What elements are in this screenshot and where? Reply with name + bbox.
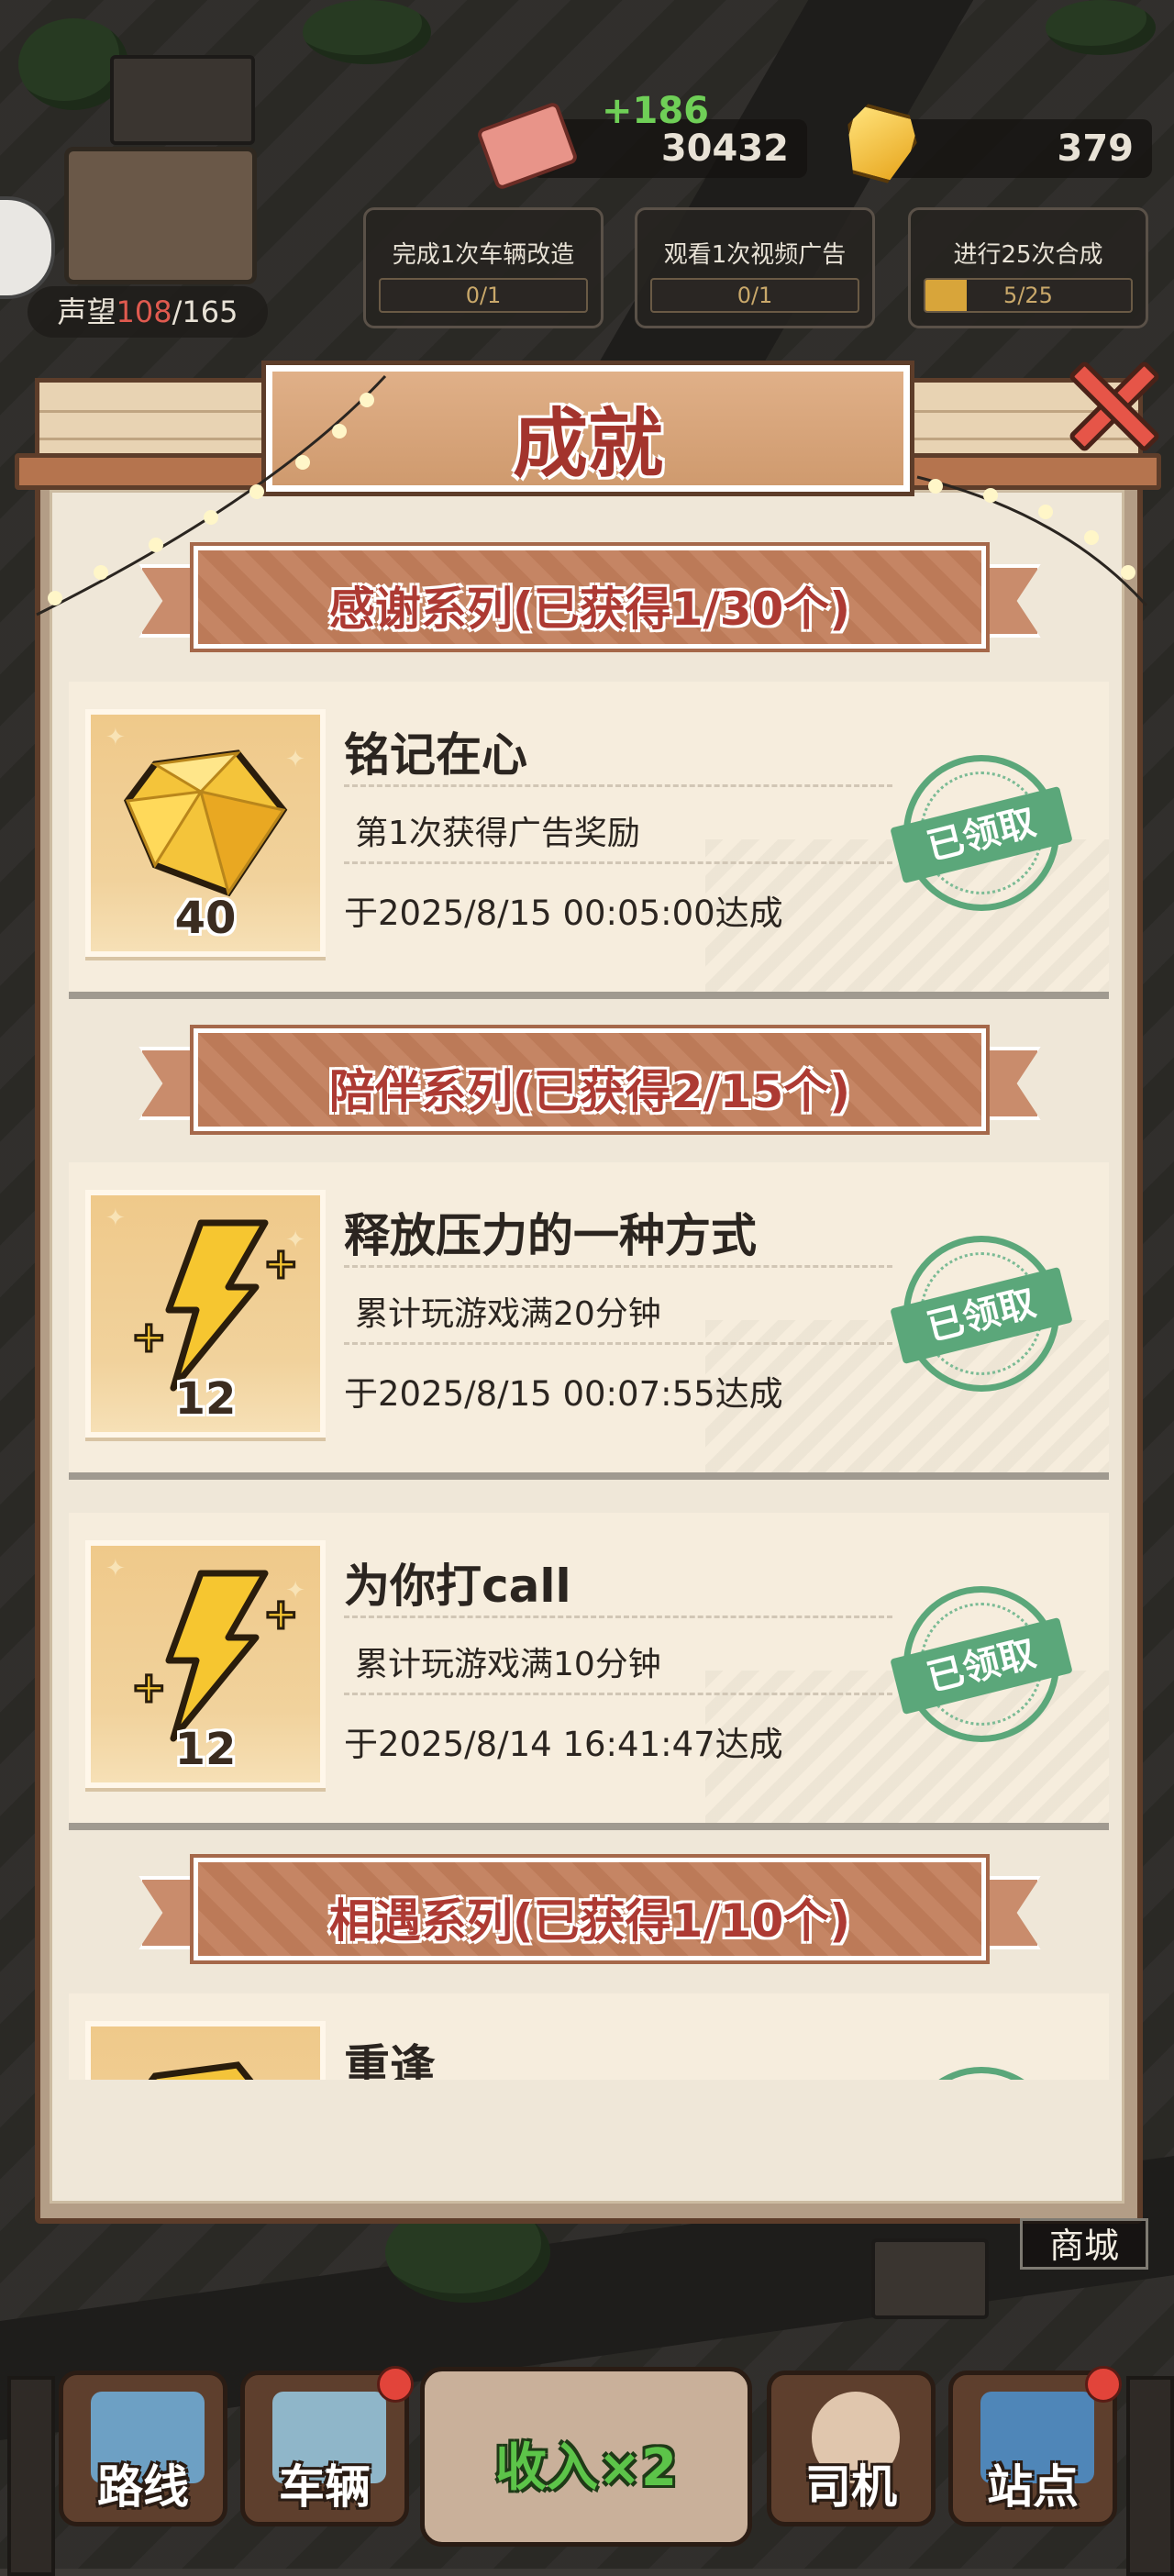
headquarters-icon [64, 147, 257, 284]
nav-driver-label: 司机 [805, 2460, 897, 2514]
daily-task-card[interactable]: 观看1次视频广告 0/1 [635, 207, 875, 328]
task-progress-bar: 0/1 [379, 278, 588, 313]
reward-icon-box: ✦ ✦ 40 [85, 709, 326, 957]
section-title: 陪伴系列(已获得2/15个) [328, 1065, 851, 1118]
reward-quantity: 40 [174, 893, 237, 944]
task-progress-text: 0/1 [737, 283, 773, 308]
reward-quantity: 12 [174, 1373, 237, 1425]
reputation-label: 声望 [57, 294, 116, 329]
achievement-name: 铭记在心 [344, 728, 527, 782]
svg-text:+: + [263, 1589, 299, 1638]
achievement-desc: 累计玩游戏满20分钟 [355, 1295, 661, 1333]
daily-task-card[interactable]: 完成1次车辆改造 0/1 [363, 207, 604, 328]
shop-button[interactable]: 商城 [1020, 2218, 1148, 2270]
achievement-date: 于2025/8/15 00:05:00达成 [344, 894, 783, 933]
svg-text:+: + [263, 1238, 299, 1288]
diamond-icon [123, 749, 288, 897]
achievement-name: 为你打call [344, 1560, 571, 1613]
reputation-max: /165 [172, 294, 238, 329]
svg-text:+: + [131, 1312, 167, 1361]
nav-station-label: 站点 [987, 2460, 1079, 2514]
task-text: 完成1次车辆改造 [392, 241, 575, 269]
achievement-card[interactable]: ✦ ✦ + + 12 释放压力的一种方式 累计玩游戏满20分钟 于2025/8/… [69, 1162, 1109, 1480]
claimed-stamp: 已领取 [890, 1577, 1073, 1751]
section-banner: 陪伴系列(已获得2/15个) [138, 1025, 1041, 1135]
nav-route-label: 路线 [97, 2460, 189, 2514]
reward-quantity: 12 [174, 1724, 237, 1775]
claimed-stamp: 已领取 [890, 1227, 1073, 1401]
nav-station-button[interactable]: 站点 [948, 2366, 1122, 2526]
money-gain-text: +186 [602, 90, 710, 132]
task-text: 观看1次视频广告 [663, 241, 847, 269]
nav-post-left [7, 2376, 55, 2576]
svg-text:+: + [131, 1662, 167, 1712]
nav-driver-button[interactable]: 司机 [767, 2371, 936, 2526]
list-bottom-padding [52, 2080, 1122, 2201]
close-button[interactable] [1064, 358, 1159, 453]
achievement-name: 释放压力的一种方式 [344, 1209, 757, 1262]
reward-icon-box: ✦ ✦ + + 12 [85, 1190, 326, 1438]
panel-title-sign: 成就 [261, 361, 914, 496]
lightning-icon: + + [130, 1219, 300, 1392]
lightning-icon: + + [130, 1570, 300, 1742]
income-boost-button[interactable]: 收入×2 [420, 2367, 752, 2547]
nav-post-right [1126, 2376, 1174, 2576]
achievement-desc: 累计玩游戏满10分钟 [355, 1646, 661, 1683]
section-banner: 感谢系列(已获得1/30个) [138, 542, 1041, 652]
daily-task-card[interactable]: 进行25次合成 5/25 [908, 207, 1148, 328]
section-title: 相遇系列(已获得1/10个) [328, 1894, 851, 1948]
notification-dot [1085, 2366, 1122, 2403]
reward-icon-box: ✦ ✦ + + 12 [85, 1540, 326, 1788]
achievement-card[interactable]: ✦ ✦ + + 12 为你打call 累计玩游戏满10分钟 于2025/8/14… [69, 1513, 1109, 1830]
nav-vehicle-label: 车辆 [279, 2460, 371, 2514]
achievement-list[interactable]: 感谢系列(已获得1/30个) ✦ ✦ 40 铭记在心 第1次获得广告奖励 于20… [50, 490, 1124, 2204]
notification-dot [377, 2366, 414, 2403]
task-progress-text: 0/1 [465, 283, 502, 308]
income-boost-label: 收入×2 [495, 2438, 677, 2498]
nav-vehicle-button[interactable]: 车辆 [240, 2366, 414, 2526]
achievement-card[interactable]: ✦ ✦ 40 铭记在心 第1次获得广告奖励 于2025/8/15 00:05:0… [69, 682, 1109, 999]
reputation-badge[interactable]: 声望108/165 [28, 286, 268, 338]
task-progress-bar: 0/1 [650, 278, 859, 313]
reputation-current: 108 [116, 294, 172, 329]
achievement-date: 于2025/8/14 16:41:47达成 [344, 1725, 783, 1764]
task-progress-text: 5/25 [1003, 283, 1053, 308]
section-banner: 相遇系列(已获得1/10个) [138, 1854, 1041, 1964]
achievement-date: 于2025/8/15 00:07:55达成 [344, 1374, 783, 1414]
task-text: 进行25次合成 [953, 241, 1103, 269]
nav-route-button[interactable]: 路线 [59, 2371, 227, 2526]
achievement-desc: 第1次获得广告奖励 [355, 815, 640, 852]
section-title: 感谢系列(已获得1/30个) [328, 583, 851, 636]
task-progress-bar: 5/25 [924, 278, 1133, 313]
claimed-stamp: 已领取 [890, 746, 1073, 920]
panel-title: 成就 [512, 401, 663, 488]
